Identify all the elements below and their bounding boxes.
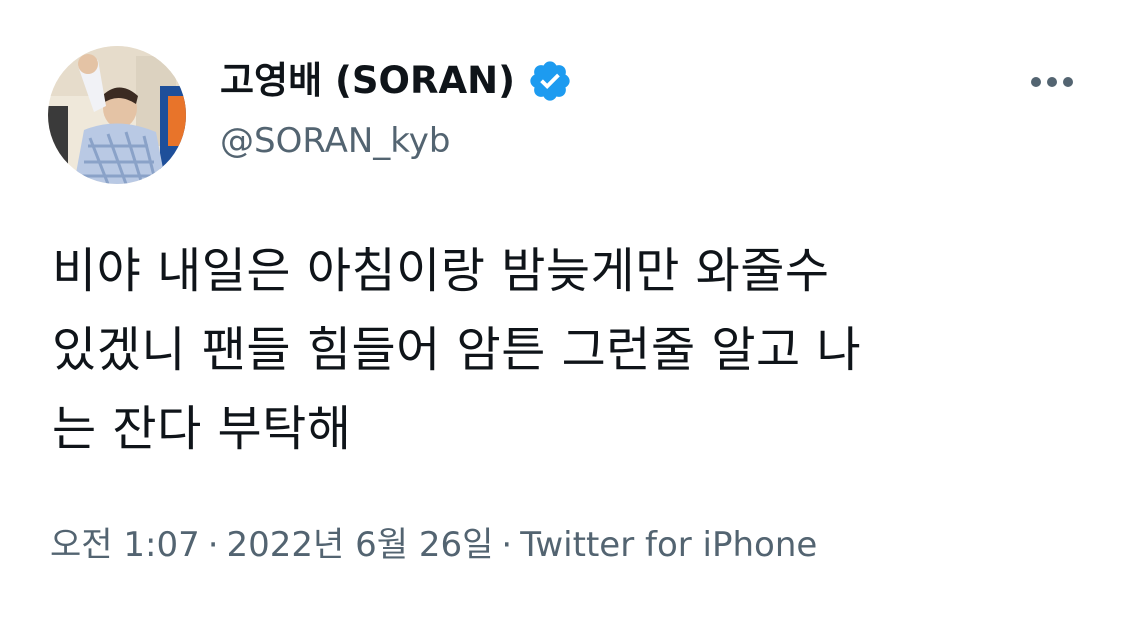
tweet-date[interactable]: 2022년 6월 26일 xyxy=(227,525,494,565)
tweet-metadata: 오전 1:07 · 2022년 6월 26일 · Twitter for iPhone xyxy=(50,520,817,570)
more-options-icon xyxy=(1031,77,1073,87)
more-options-button[interactable] xyxy=(1024,64,1080,100)
tweet-time[interactable]: 오전 1:07 xyxy=(50,525,200,565)
author-handle[interactable]: @SORAN_kyb xyxy=(220,118,450,164)
tweet: 고영배 (SORAN) @SORAN_kyb 비야 내일은 아침이랑 밤늦게만 … xyxy=(0,0,1125,619)
tweet-source[interactable]: Twitter for iPhone xyxy=(520,525,817,565)
avatar[interactable] xyxy=(48,46,186,184)
display-name[interactable]: 고영배 (SORAN) xyxy=(220,56,573,106)
separator: · xyxy=(501,525,513,565)
tweet-text: 비야 내일은 아침이랑 밤늦게만 와줄수 있겠니 팬들 힘들어 암튼 그런줄 알… xyxy=(52,243,862,457)
display-name-text[interactable]: 고영배 (SORAN) xyxy=(220,56,515,106)
verified-badge-icon xyxy=(527,58,573,104)
separator: · xyxy=(207,525,219,565)
